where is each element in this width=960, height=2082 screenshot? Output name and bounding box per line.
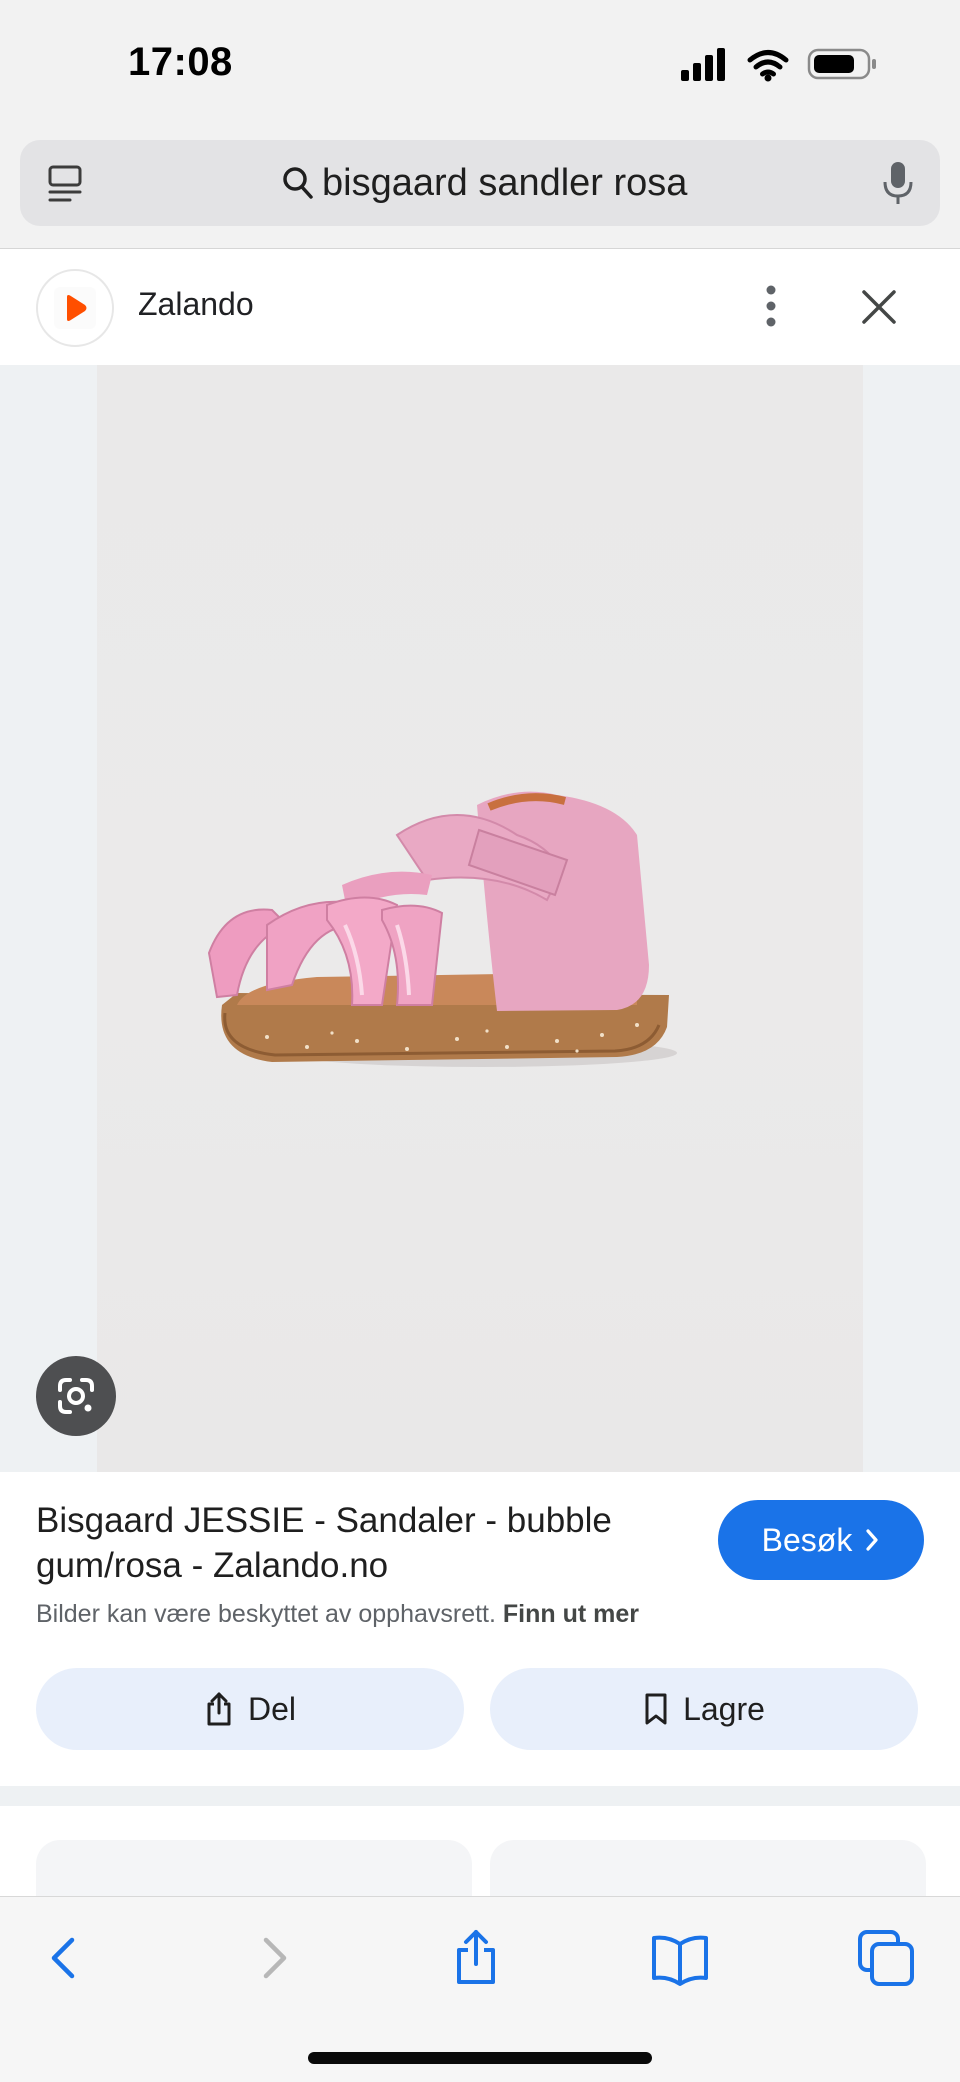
search-query-text: bisgaard sandler rosa [322,161,688,204]
zalando-play-icon [67,295,87,321]
share-button-label: Del [247,1690,296,1727]
bookmark-icon [645,1693,667,1725]
close-icon[interactable] [860,288,898,326]
cellular-signal-icon [681,48,725,81]
chevron-right-icon [866,1529,878,1551]
home-indicator [308,2052,652,2064]
status-icons [681,48,876,82]
more-vert-icon[interactable] [756,282,786,330]
microphone-icon[interactable] [882,160,914,206]
related-card[interactable] [490,1840,926,1900]
back-icon[interactable] [34,1928,94,1988]
search-icon [283,167,313,199]
related-card[interactable] [36,1840,472,1900]
share-icon [207,1692,231,1726]
battery-icon [807,48,876,80]
visit-button-label: Besøk [761,1521,853,1558]
share-button[interactable]: Del [36,1668,464,1750]
status-time: 17:08 [128,40,233,84]
save-button[interactable]: Lagre [490,1668,918,1750]
pink-sandal-illustration [207,791,677,1067]
google-lens-button[interactable] [36,1356,116,1436]
tab-overview-icon[interactable] [46,164,84,204]
share-icon[interactable] [446,1928,506,1988]
learn-more-link[interactable]: Finn ut mer [503,1600,639,1628]
wifi-icon [747,50,789,77]
copyright-notice: Bilder kan være beskyttet av opphavsrett… [36,1600,639,1629]
copyright-text: Bilder kan være beskyttet av opphavsrett… [36,1600,496,1628]
section-divider [0,1786,960,1806]
bookmarks-icon[interactable] [650,1928,710,1988]
tabs-icon[interactable] [856,1928,916,1988]
result-title[interactable]: Bisgaard JESSIE - Sandaler - bubble gum/… [36,1498,676,1588]
zalando-logo[interactable] [36,269,114,347]
forward-icon[interactable] [244,1928,304,1988]
google-lens-icon [58,1378,94,1414]
visit-button[interactable]: Besøk [718,1500,924,1580]
source-name[interactable]: Zalando [138,286,254,323]
save-button-label: Lagre [683,1690,765,1727]
search-query-field[interactable]: bisgaard sandler rosa [282,160,687,206]
product-image[interactable] [97,365,863,1472]
